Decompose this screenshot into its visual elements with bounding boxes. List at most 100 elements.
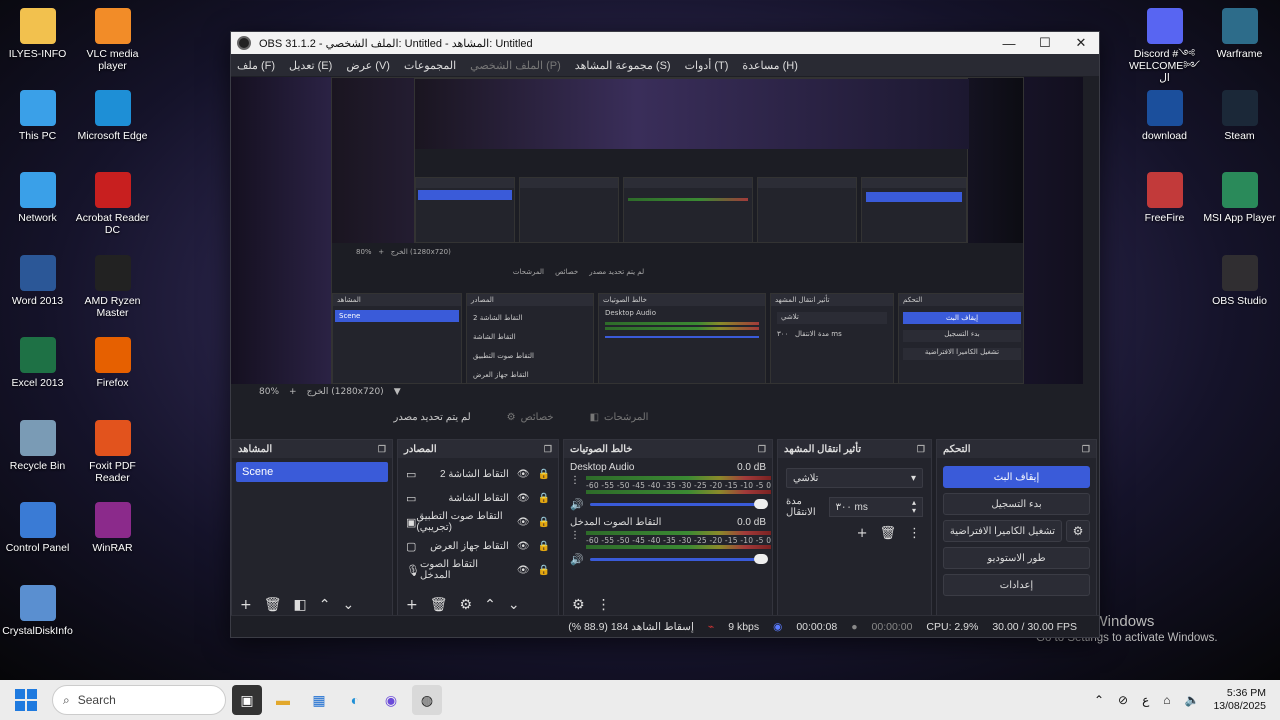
menu-item[interactable]: مساعدة (H) <box>742 59 798 72</box>
move-up-button[interactable]: ⌃ <box>319 597 331 613</box>
gear-icon[interactable]: ⚙ <box>1066 520 1090 542</box>
output-resolution[interactable]: الخرج (1280x720) <box>307 387 384 397</box>
popout-icon[interactable]: ❐ <box>544 444 552 455</box>
menu-item[interactable]: عرض (V) <box>346 59 390 72</box>
source-item[interactable]: ▭ التقاط الشاشة 2 👁 🔒 <box>398 462 558 486</box>
speaker-icon[interactable]: 🔊 <box>570 498 584 511</box>
desktop-shortcut[interactable]: VLC media player <box>75 8 150 72</box>
store-icon[interactable]: ▦ <box>304 685 334 715</box>
wifi-icon[interactable]: ⌂ <box>1163 693 1170 707</box>
desktop-shortcut[interactable]: Network <box>0 172 75 224</box>
eye-icon[interactable]: 👁 <box>517 541 530 552</box>
desktop-shortcut[interactable]: OBS Studio <box>1202 255 1277 307</box>
minimize-button[interactable]: — <box>991 32 1027 54</box>
browser-icon[interactable]: ◉ <box>376 685 406 715</box>
popout-icon[interactable]: ❐ <box>1082 444 1090 455</box>
popout-icon[interactable]: ❐ <box>758 444 766 455</box>
lock-icon[interactable]: 🔒 <box>538 493 550 504</box>
more-options-icon[interactable]: ⋮ <box>570 476 580 486</box>
spin-arrows-icon[interactable]: ▴ ▾ <box>912 499 916 515</box>
volume-slider-knob[interactable] <box>754 499 768 509</box>
desktop-shortcut[interactable]: MSI App Player <box>1202 172 1277 224</box>
desktop-shortcut[interactable]: This PC <box>0 90 75 142</box>
desktop-shortcut[interactable]: Acrobat Reader DC <box>75 172 150 236</box>
remove-transition-button[interactable]: 🗑 <box>879 526 896 541</box>
move-up-button[interactable]: ⌃ <box>484 597 496 613</box>
lock-icon[interactable]: 🔒 <box>538 565 550 576</box>
network-status-icon[interactable]: ⊘ <box>1118 693 1128 707</box>
eye-icon[interactable]: 👁 <box>517 565 530 576</box>
zoom-in-button[interactable]: + <box>289 387 297 397</box>
remove-source-button[interactable]: 🗑 <box>430 597 448 613</box>
desktop-shortcut[interactable]: AMD Ryzen Master <box>75 255 150 319</box>
scene-filters-button[interactable]: ◧ <box>294 597 307 613</box>
desktop-shortcut[interactable]: ILYES-INFO <box>0 8 75 60</box>
edge-icon[interactable]: ◐ <box>340 685 370 715</box>
maximize-button[interactable]: ☐ <box>1027 32 1063 54</box>
source-item[interactable]: ▭ التقاط الشاشة 👁 🔒 <box>398 486 558 510</box>
chevron-up-icon[interactable]: ⌃ <box>1094 693 1104 707</box>
desktop-shortcut[interactable]: Warframe <box>1202 8 1277 60</box>
add-source-button[interactable]: + <box>406 597 418 613</box>
more-options-icon[interactable]: ⋮ <box>597 597 611 613</box>
preview-canvas[interactable]: 80% + الخرج (1280x720) لم يتم تحديد مصدر… <box>231 77 1083 384</box>
desktop-shortcut[interactable]: Microsoft Edge <box>75 90 150 142</box>
start-recording-button[interactable]: بدء التسجيل <box>943 493 1090 515</box>
volume-slider[interactable] <box>589 499 768 509</box>
advanced-audio-icon[interactable]: ⚙ <box>572 597 585 613</box>
move-down-button[interactable]: ⌄ <box>342 597 354 613</box>
add-transition-button[interactable]: + <box>857 526 868 541</box>
desktop-shortcut[interactable]: Word 2013 <box>0 255 75 307</box>
add-scene-button[interactable]: + <box>240 597 252 613</box>
clock[interactable]: 5:36 PM 13/08/2025 <box>1213 687 1266 713</box>
more-options-icon[interactable]: ⋮ <box>908 526 921 541</box>
menu-item[interactable]: أدوات (T) <box>685 59 729 72</box>
desktop-shortcut[interactable]: FreeFire <box>1127 172 1202 224</box>
more-options-icon[interactable]: ⋮ <box>570 531 580 541</box>
desktop-shortcut[interactable]: Control Panel <box>0 502 75 554</box>
desktop-shortcut[interactable]: Steam <box>1202 90 1277 142</box>
windows-start-icon[interactable] <box>15 689 37 711</box>
desktop-shortcut[interactable]: Foxit PDF Reader <box>75 420 150 484</box>
popout-icon[interactable]: ❐ <box>917 444 925 455</box>
transition-select[interactable]: تلاشي ▾ <box>786 468 923 488</box>
scene-item[interactable]: Scene <box>236 462 388 482</box>
volume-slider[interactable] <box>589 554 768 564</box>
desktop-shortcut[interactable]: WinRAR <box>75 502 150 554</box>
zoom-level[interactable]: 80% <box>259 387 279 397</box>
eye-icon[interactable]: 👁 <box>517 469 530 480</box>
desktop-shortcut[interactable]: Firefox <box>75 337 150 389</box>
menu-item[interactable]: الملف الشخصي (P) <box>470 59 561 72</box>
desktop-shortcut[interactable]: Excel 2013 <box>0 337 75 389</box>
volume-icon[interactable]: 🔈 <box>1184 693 1199 707</box>
studio-mode-button[interactable]: طور الاستوديو <box>943 547 1090 569</box>
source-item[interactable]: ▣ التقاط صوت التطبيق (تجريبي) 👁 🔒 <box>398 510 558 534</box>
lock-icon[interactable]: 🔒 <box>538 469 550 480</box>
close-button[interactable]: ✕ <box>1063 32 1099 54</box>
task-view-icon[interactable]: ▣ <box>232 685 262 715</box>
taskbar-search[interactable]: ⌕ Search <box>52 685 226 715</box>
title-bar[interactable]: OBS 31.1.2 - الملف الشخصي: Untitled - ال… <box>231 32 1099 54</box>
menu-item[interactable]: تعديل (E) <box>289 59 332 72</box>
source-item[interactable]: ▢ التقاط جهاز العرض 👁 🔒 <box>398 534 558 558</box>
move-down-button[interactable]: ⌄ <box>508 597 520 613</box>
duration-spinbox[interactable]: ٣٠٠ ms ▴ ▾ <box>828 497 923 517</box>
lock-icon[interactable]: 🔒 <box>538 517 550 528</box>
chevron-down-icon[interactable]: ▼ <box>394 387 401 397</box>
settings-button[interactable]: إعدادات <box>943 574 1090 596</box>
obs-icon[interactable]: ◍ <box>412 685 442 715</box>
desktop-shortcut[interactable]: Recycle Bin <box>0 420 75 472</box>
menu-item[interactable]: المجموعات <box>404 59 456 72</box>
stop-streaming-button[interactable]: إيقاف البث <box>943 466 1090 488</box>
source-properties-button[interactable]: ⚙ <box>460 597 473 613</box>
desktop-shortcut[interactable]: Discord #༺ WELCOME༻ ال <box>1127 8 1202 84</box>
language-indicator[interactable]: ع <box>1142 693 1149 707</box>
popout-icon[interactable]: ❐ <box>378 444 386 455</box>
desktop-shortcut[interactable]: CrystalDiskInfo <box>0 585 75 637</box>
volume-slider-knob[interactable] <box>754 554 768 564</box>
properties-button[interactable]: ⚙ خصائص <box>507 412 554 423</box>
start-virtual-camera-button[interactable]: تشغيل الكاميرا الافتراضية <box>943 520 1062 542</box>
eye-icon[interactable]: 👁 <box>517 517 530 528</box>
desktop-shortcut[interactable]: download <box>1127 90 1202 142</box>
lock-icon[interactable]: 🔒 <box>538 541 550 552</box>
